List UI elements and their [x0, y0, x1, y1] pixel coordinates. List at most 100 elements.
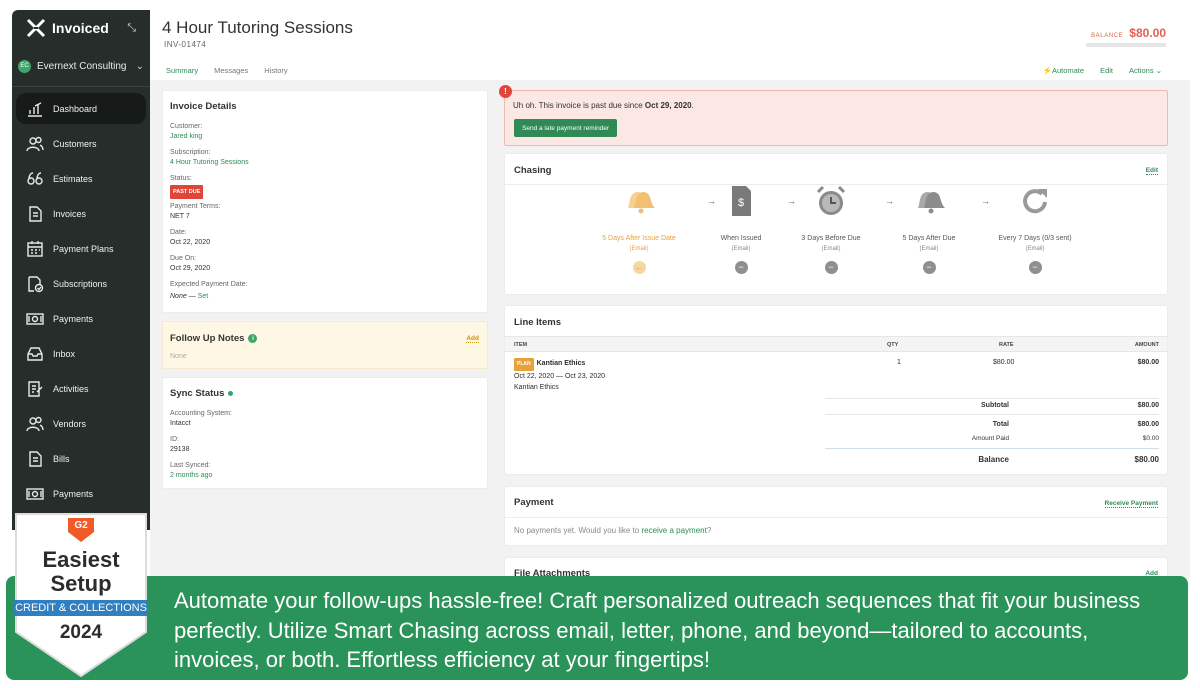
- sidebar-divider: [12, 86, 150, 87]
- balance-row-value: $80.00: [1134, 455, 1159, 464]
- terms-label: Payment Terms:: [170, 203, 221, 210]
- calendar-icon: [27, 240, 43, 257]
- step-title: 5 Days After Due: [902, 235, 956, 242]
- sync-status-card: Sync Status Accounting System: Intacct I…: [162, 377, 488, 489]
- sidebar-item-subscriptions[interactable]: Subscriptions: [16, 268, 146, 299]
- bills-icon: [29, 450, 42, 467]
- step-channel: (Email): [821, 246, 841, 252]
- sidebar-item-label: Customers: [53, 138, 97, 149]
- total-label: Total: [992, 421, 1009, 428]
- chasing-step[interactable]: 3 Days Before Due (Email) −: [781, 184, 881, 274]
- last-synced-label: Last Synced:: [170, 462, 211, 469]
- line-items-header-row: ITEM QTY RATE AMOUNT: [505, 336, 1167, 352]
- invoiced-logo-icon: [26, 18, 46, 38]
- chasing-edit-button[interactable]: Edit: [1145, 167, 1158, 175]
- invoice-number: INV-01474: [164, 40, 207, 49]
- totals-divider: [825, 448, 1159, 449]
- header-actions: ⚡Automate Edit Actions ⌄: [1043, 66, 1162, 75]
- id-label: ID:: [170, 436, 179, 443]
- edit-button[interactable]: Edit: [1100, 66, 1113, 75]
- sidebar-item-label: Subscriptions: [53, 278, 108, 289]
- arrow-left-icon: ←: [632, 261, 646, 274]
- totals-divider: [825, 398, 1159, 399]
- sidebar-item-estimates[interactable]: Estimates: [16, 163, 146, 194]
- badge-line2: Setup: [50, 571, 112, 596]
- invoices-icon: [29, 205, 42, 222]
- sidebar-item-vendors[interactable]: Vendors: [16, 408, 146, 439]
- app-screen: Invoiced ⤡ EC Evernext Consulting ⌄ Dash…: [0, 0, 1200, 688]
- minus-icon: −: [1028, 261, 1042, 274]
- item-desc: Kantian Ethics: [514, 384, 559, 391]
- receive-payment-button[interactable]: Receive Payment: [1104, 500, 1158, 508]
- sidebar: Invoiced ⤡ EC Evernext Consulting ⌄ Dash…: [12, 10, 150, 530]
- add-note-button[interactable]: Add: [466, 335, 479, 343]
- send-reminder-button[interactable]: Send a late payment reminder: [514, 119, 618, 137]
- sidebar-item-bills[interactable]: Bills: [16, 443, 146, 474]
- g2-badge: G2 Easiest Setup CREDIT & COLLECTIONS 20…: [14, 512, 148, 678]
- alert-message-prefix: Uh oh. This invoice is past due since: [513, 101, 645, 110]
- follow-up-heading: Follow Up Notes: [170, 333, 245, 344]
- last-synced-value[interactable]: 2 months ago: [170, 471, 232, 481]
- badge-year: 2024: [59, 622, 103, 643]
- svg-text:$: $: [738, 197, 744, 209]
- lightning-icon: ⚡: [1042, 66, 1052, 75]
- past-due-alert: ! Uh oh. This invoice is past due since …: [499, 85, 1168, 146]
- chasing-step[interactable]: $ When Issued (Email) −: [691, 184, 791, 274]
- actions-dropdown[interactable]: Actions ⌄: [1129, 66, 1162, 75]
- app-name: Invoiced: [52, 20, 109, 36]
- collapse-icon[interactable]: ⤡: [127, 22, 136, 35]
- col-qty: QTY: [887, 342, 899, 348]
- sidebar-item-label: Vendors: [53, 418, 87, 429]
- payment-heading: Payment: [514, 497, 554, 508]
- date-value: Oct 22, 2020: [170, 239, 211, 246]
- chasing-steps: 5 Days After Issue Date (Email) ← → $ Wh…: [591, 184, 1111, 274]
- chasing-heading: Chasing: [514, 165, 552, 176]
- item-period: Oct 22, 2020 — Oct 23, 2020: [514, 373, 606, 380]
- customer-link[interactable]: Jared king: [170, 132, 249, 142]
- sidebar-item-invoices[interactable]: Invoices: [16, 198, 146, 229]
- system-label: Accounting System:: [170, 410, 232, 417]
- expected-label: Expected Payment Date:: [170, 281, 248, 288]
- info-icon[interactable]: i: [248, 334, 258, 343]
- subscription-link[interactable]: 4 Hour Tutoring Sessions: [170, 158, 249, 168]
- sidebar-item-payments-2[interactable]: Payments: [16, 478, 146, 509]
- set-expected-link[interactable]: Set: [198, 293, 209, 300]
- automate-label: Automate: [1051, 66, 1085, 75]
- org-switcher[interactable]: EC Evernext Consulting ⌄: [12, 46, 150, 86]
- badge-category: CREDIT & COLLECTIONS: [15, 602, 147, 614]
- balance-label: BALANCE: [1091, 33, 1124, 39]
- sidebar-item-label: Invoices: [53, 208, 87, 219]
- automate-button[interactable]: ⚡Automate: [1043, 66, 1084, 75]
- sidebar-item-payment-plans[interactable]: Payment Plans: [16, 233, 146, 264]
- page-title: 4 Hour Tutoring Sessions: [162, 18, 353, 37]
- sidebar-item-activities[interactable]: Activities: [16, 373, 146, 404]
- invoice-details-heading: Invoice Details: [170, 101, 237, 112]
- invoice-dollar-icon: $: [732, 186, 751, 216]
- sidebar-item-payments[interactable]: Payments: [16, 303, 146, 334]
- total-value: $80.00: [1137, 421, 1159, 428]
- payment-empty-prefix: No payments yet. Would you like to: [514, 526, 642, 535]
- step-channel: (Email): [1025, 246, 1045, 252]
- page-header: 4 Hour Tutoring Sessions INV-01474 BALAN…: [150, 10, 1190, 82]
- table-row: PLAN Kantian Ethics Oct 22, 2020 — Oct 23…: [514, 358, 605, 393]
- sidebar-item-inbox[interactable]: Inbox: [16, 338, 146, 369]
- step-title: 3 Days Before Due: [801, 235, 861, 242]
- balance-progress-bar: [1086, 43, 1166, 47]
- payments-icon: [26, 487, 44, 500]
- sidebar-item-dashboard[interactable]: Dashboard: [16, 93, 146, 124]
- receive-payment-link[interactable]: receive a payment: [641, 526, 706, 535]
- chasing-step[interactable]: Every 7 Days (0/3 sent) (Email) −: [985, 184, 1085, 274]
- brand[interactable]: Invoiced ⤡: [12, 10, 150, 46]
- sidebar-item-label: Inbox: [53, 348, 76, 359]
- chasing-step[interactable]: 5 Days After Issue Date (Email) ←: [589, 184, 689, 274]
- chasing-step[interactable]: 5 Days After Due (Email) −: [879, 184, 979, 274]
- minus-icon: −: [824, 261, 838, 274]
- repeat-icon: [1023, 189, 1047, 214]
- org-avatar: EC: [18, 59, 31, 73]
- org-name: Evernext Consulting: [37, 60, 127, 72]
- subscriptions-icon: [28, 275, 44, 292]
- alert-message: Uh oh. This invoice is past due since Oc…: [513, 101, 694, 110]
- step-title: When Issued: [720, 235, 762, 242]
- actions-label: Actions: [1129, 66, 1154, 75]
- sidebar-item-customers[interactable]: Customers: [16, 128, 146, 159]
